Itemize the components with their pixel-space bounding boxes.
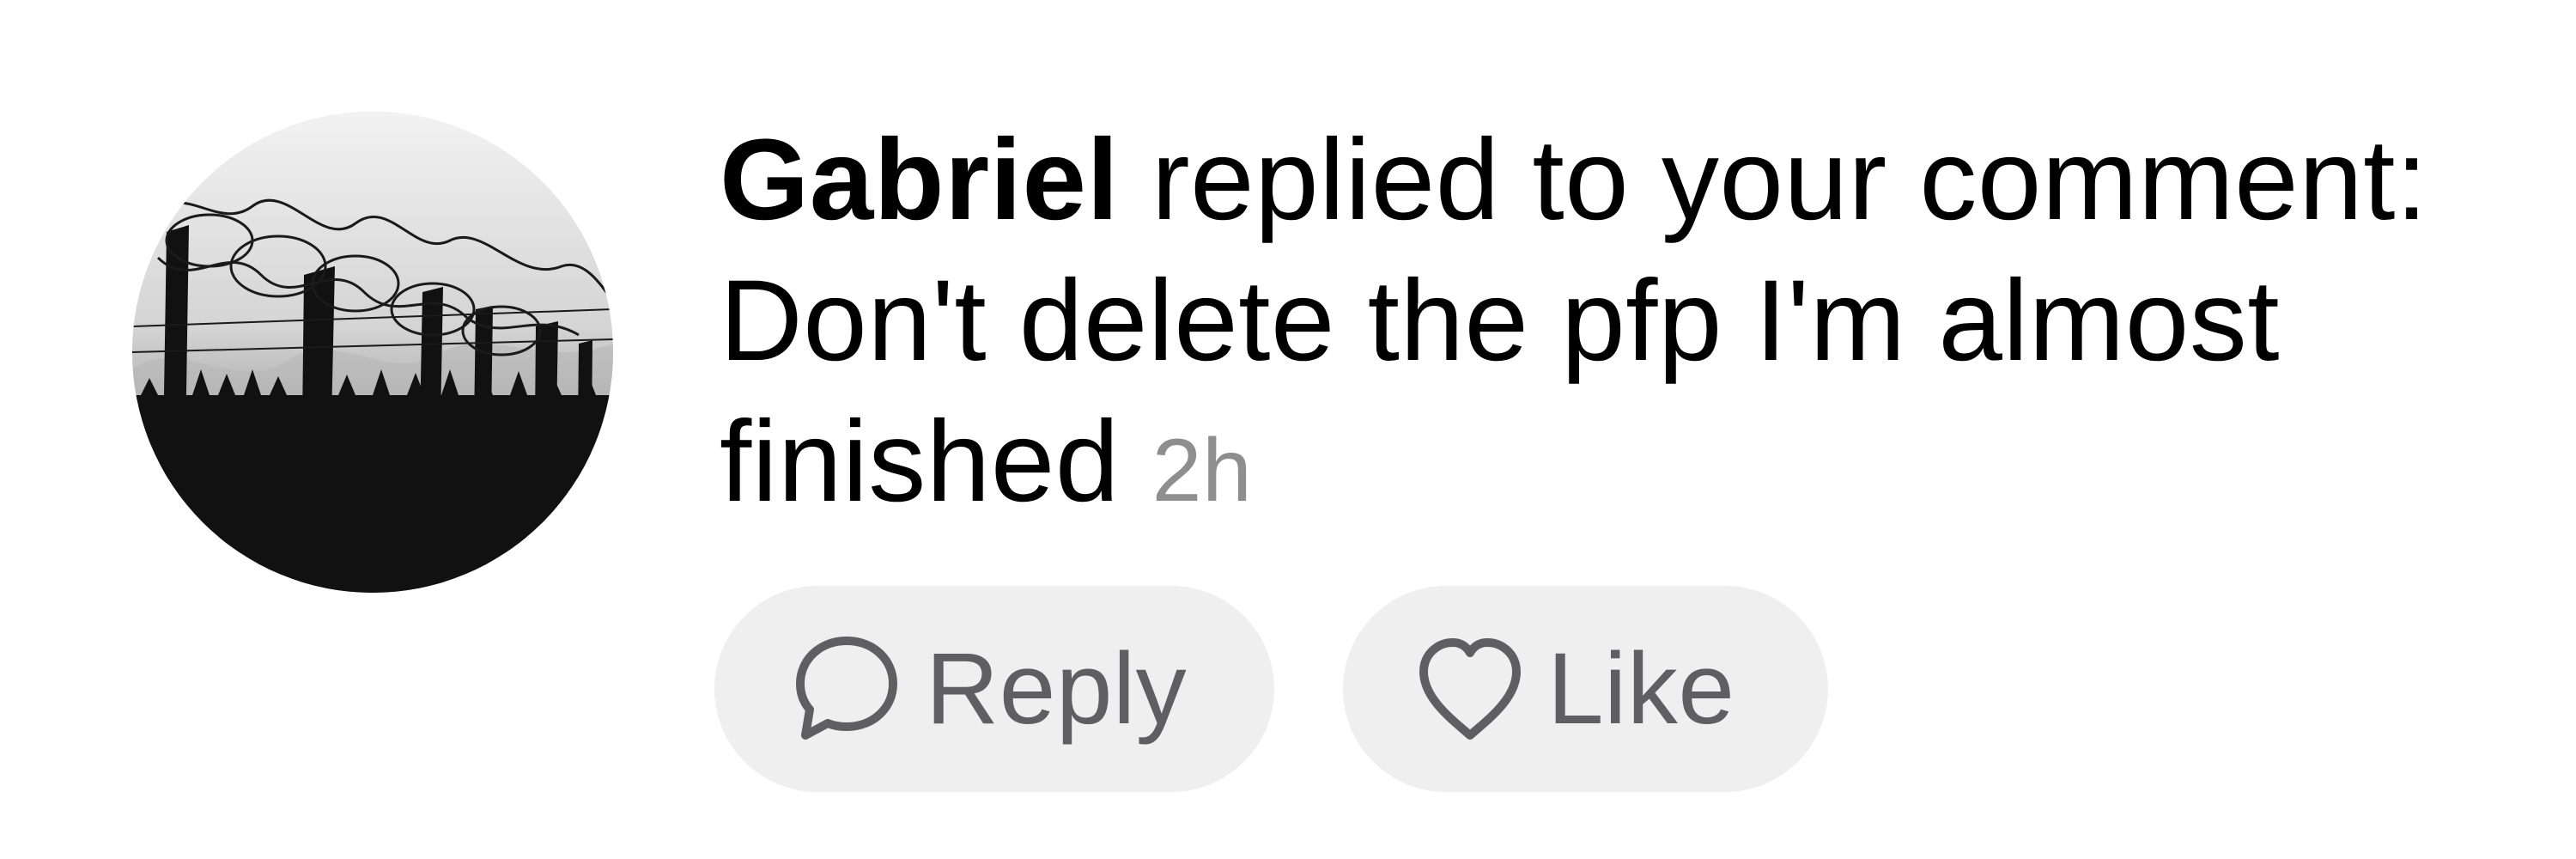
like-label: Like <box>1547 632 1735 746</box>
barbed-wire-fence-photo <box>132 112 613 593</box>
reply-button[interactable]: Reply <box>714 586 1274 792</box>
notification-text: Gabriel replied to your comment: Don't d… <box>720 110 2566 541</box>
like-button[interactable]: Like <box>1343 586 1828 792</box>
avatar[interactable] <box>132 112 613 593</box>
notification-item[interactable]: Gabriel replied to your comment: Don't d… <box>0 0 2576 859</box>
timestamp: 2h <box>1151 421 1253 521</box>
heart-icon <box>1412 631 1528 747</box>
reply-label: Reply <box>926 632 1188 746</box>
username[interactable]: Gabriel <box>720 116 1119 244</box>
speech-bubble-icon <box>790 632 903 746</box>
